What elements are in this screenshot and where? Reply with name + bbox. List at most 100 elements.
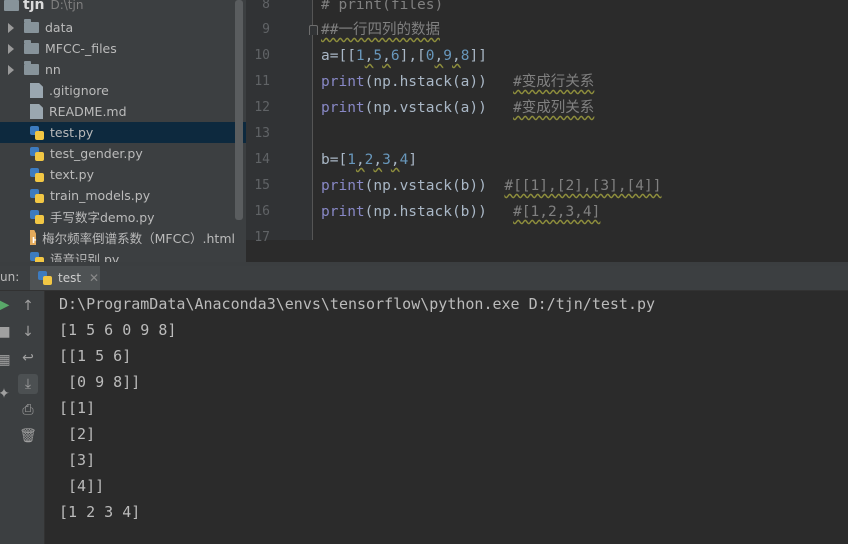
arrow-down-icon[interactable]: ↓ [18,322,38,342]
tree-item-label: data [45,20,74,35]
arrow-up-icon[interactable]: ↑ [18,296,38,316]
code-comment: #[1,2,3,4] [513,204,601,220]
python-file-icon [30,188,44,203]
chevron-right-icon[interactable] [8,22,14,33]
code-line-15[interactable]: print(np.vstack(b)) #[[1],[2],[3],[4]] [321,173,661,199]
code-line-16[interactable]: print(np.hstack(b)) #[1,2,3,4] [321,199,600,225]
chevron-right-icon[interactable] [8,64,14,75]
close-icon[interactable]: ✕ [89,271,99,285]
code-token: , [452,48,461,64]
line-number: 14 [254,152,270,167]
folder-icon [24,40,39,54]
python-file-icon [38,271,52,285]
console-line: [1 5 6 0 9 8] [59,321,177,339]
line-number: 8 [262,0,270,12]
tree-item-gitignore[interactable]: .gitignore [0,80,235,101]
code-token: , [434,48,444,64]
console-line: [1 2 3 4] [59,503,141,521]
soft-wrap-icon[interactable]: ↩ [18,348,38,368]
code-comment: #变成列关系 [513,100,595,116]
code-token: (np.vstack(a)) [364,100,487,116]
code-line-10[interactable]: a=[[1,5,6],[0,9,8]] [321,43,487,69]
code-line-9[interactable]: ##一行四列的数据 [321,17,440,43]
tab-label: test [58,271,82,285]
line-number: 17 [254,230,270,245]
file-icon [30,83,43,98]
code-number: 9 [443,48,452,64]
code-comment: #变成行关系 [513,74,595,90]
code-number: 1 [355,48,365,64]
line-number: 16 [254,204,270,219]
code-comment: # print(files) [321,0,444,13]
tree-item-text-py[interactable]: text.py [0,164,235,185]
code-token: b=[ [321,152,348,168]
tree-item-test-gender-py[interactable]: test_gender.py [0,143,235,164]
tree-item-mfcc-html[interactable]: 梅尔频率倒谱系数（MFCC）.html [0,227,235,248]
tree-item-readme[interactable]: README.md [0,101,235,122]
tree-item-mfcc-files[interactable]: MFCC-_files [0,38,235,59]
chevron-right-icon[interactable] [8,43,14,54]
python-file-icon [30,209,44,224]
markdown-file-icon [30,104,43,119]
code-token: (np.hstack(a)) [364,74,487,90]
project-root-path: D:\tjn [50,0,84,12]
code-token: , [390,152,400,168]
folder-icon [4,0,19,11]
tree-item-label: README.md [49,104,127,119]
trash-icon[interactable]: 🗑 [18,426,38,446]
html-file-icon [30,230,37,245]
console-line: D:\ProgramData\Anaconda3\envs\tensorflow… [59,295,656,313]
project-panel: tjn D:\tjn data MFCC-_files nn .gitignor… [0,0,246,265]
code-token: (np.hstack(b)) [364,204,487,220]
code-number: 6 [390,48,400,64]
line-number: 11 [254,74,270,89]
python-file-icon [30,146,44,161]
tree-item-digit-demo-py[interactable]: 手写数字demo.py [0,206,235,227]
code-line-14[interactable]: b=[1,2,3,4] [321,147,417,173]
editor-area: tjn D:\tjn data MFCC-_files nn .gitignor… [0,0,848,265]
code-builtin: print [321,74,365,90]
code-token: (np.vstack(b)) [364,178,487,194]
tab-test[interactable]: test ✕ [30,266,100,290]
tree-item-label: .gitignore [49,83,109,98]
scroll-to-end-icon[interactable]: ⤓ [18,374,38,394]
code-number: 0 [425,48,435,64]
python-file-icon [30,125,44,140]
fold-marker-icon[interactable] [309,25,318,35]
console-line: [4]] [59,477,105,495]
run-left-strip: ▶ ■ ▦ ✦ [0,291,12,544]
tree-item-data[interactable]: data [0,17,235,38]
gutter-separator [312,0,313,240]
code-builtin: print [321,178,365,194]
tree-item-label: MFCC-_files [45,41,117,56]
print-icon[interactable]: ⎙ [18,400,38,420]
run-toolbar: un: test ✕ [0,266,848,291]
run-label: un: [0,270,20,284]
tree-item-train-models-py[interactable]: train_models.py [0,185,235,206]
line-number: 13 [254,126,270,141]
console-line: [[1 5 6] [59,347,132,365]
code-line-12[interactable]: print(np.vstack(a)) #变成列关系 [321,95,594,121]
tree-item-nn[interactable]: nn [0,59,235,80]
code-line-11[interactable]: print(np.hstack(a)) #变成行关系 [321,69,594,95]
code-number: 5 [373,48,383,64]
tree-item-label: test.py [50,125,94,140]
console-line: [0 9 8]] [59,373,141,391]
project-scrollbar[interactable] [235,0,243,220]
code-token: ] [408,152,418,168]
line-number: 15 [254,178,270,193]
code-comment: #[[1],[2],[3],[4]] [504,178,662,194]
code-token: ],[ [399,48,426,64]
tree-item-test-py[interactable]: test.py [0,122,246,143]
code-builtin: print [321,100,365,116]
code-comment: ##一行四列的数据 [321,22,440,38]
project-root[interactable]: tjn D:\tjn [0,0,83,15]
code-number: 1 [347,152,356,168]
console-line: [3] [59,451,96,469]
tree-item-label: 梅尔频率倒谱系数（MFCC）.html [42,231,235,246]
line-number: 10 [254,48,270,63]
code-line-8[interactable]: # print(files) [321,0,443,18]
code-token: a=[[ [321,48,356,64]
tree-item-label: test_gender.py [50,146,143,161]
python-file-icon [30,167,44,182]
